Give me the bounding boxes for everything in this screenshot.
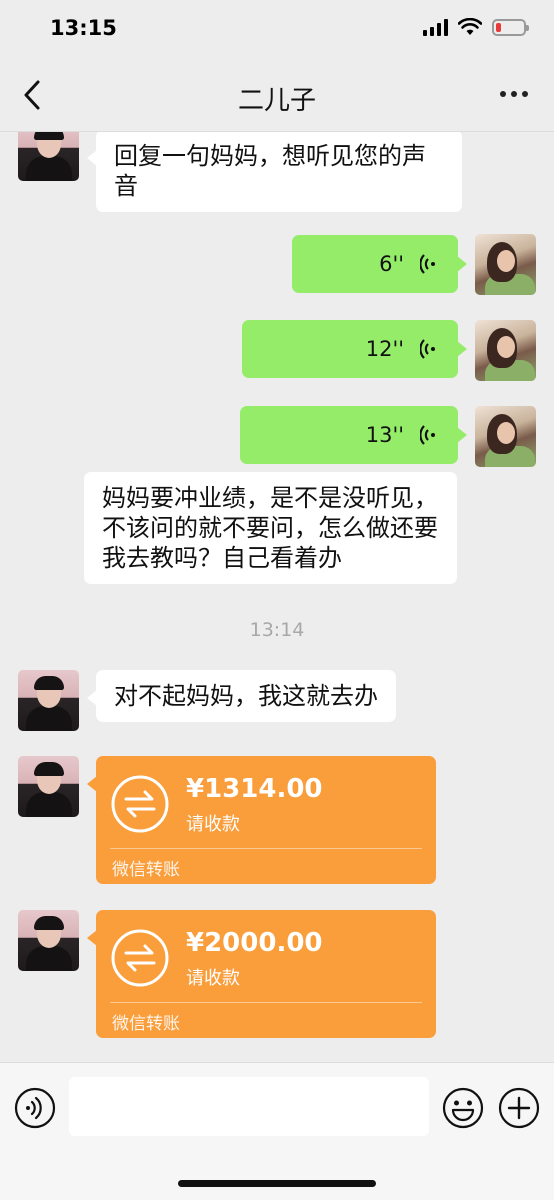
voice-wave-icon	[420, 254, 435, 274]
status-icons	[423, 18, 529, 36]
voice-wave-icon	[420, 339, 435, 359]
ellipsis-icon[interactable]	[500, 86, 534, 102]
message-bubble[interactable]: 回复一句妈妈，想听见您的声音	[87, 132, 462, 212]
message-list[interactable]: 回复一句妈妈，想听见您的声音 6'' 12'' 13'' 妈妈要冲业绩，是不是没…	[0, 132, 554, 1062]
contact-avatar[interactable]	[18, 132, 79, 181]
message-input[interactable]	[69, 1077, 429, 1136]
my-avatar[interactable]	[475, 320, 536, 381]
divider	[110, 848, 422, 849]
transfer-card[interactable]: ¥1314.00 请收款 微信转账	[87, 756, 436, 884]
chat-header: 二儿子	[0, 58, 554, 132]
transfer-arrows-icon	[111, 929, 169, 987]
voice-message-bubble[interactable]: 6''	[292, 235, 467, 293]
status-time: 13:15	[50, 16, 117, 40]
contact-avatar[interactable]	[18, 756, 79, 817]
home-indicator[interactable]	[178, 1180, 376, 1187]
voice-wave-icon	[420, 425, 435, 445]
voice-duration: 6''	[379, 252, 404, 276]
plus-icon[interactable]	[498, 1087, 540, 1129]
transfer-amount: ¥2000.00	[186, 928, 323, 958]
message-text: 回复一句妈妈，想听见您的声音	[114, 142, 426, 200]
cellular-signal-icon	[423, 18, 448, 36]
transfer-card[interactable]: ¥2000.00 请收款 微信转账	[87, 910, 436, 1038]
message-text: 对不起妈妈，我这就去办	[114, 682, 378, 710]
voice-message-bubble[interactable]: 13''	[240, 406, 467, 464]
message-text: 妈妈要冲业绩，是不是没听见，不该问的就不要问，怎么做还要我去教吗？自己看着办	[102, 484, 438, 572]
status-bar: 13:15	[0, 0, 554, 58]
voice-input-icon[interactable]	[14, 1087, 56, 1129]
transfer-status: 请收款	[186, 968, 240, 989]
battery-level	[496, 22, 502, 32]
contact-avatar[interactable]	[18, 910, 79, 971]
battery-icon	[492, 18, 529, 36]
message-bubble[interactable]: 妈妈要冲业绩，是不是没听见，不该问的就不要问，怎么做还要我去教吗？自己看着办	[84, 472, 457, 584]
divider	[110, 1002, 422, 1003]
wifi-icon	[458, 18, 482, 35]
contact-avatar[interactable]	[18, 670, 79, 731]
my-avatar[interactable]	[475, 234, 536, 295]
voice-duration: 13''	[365, 423, 404, 447]
emoji-icon[interactable]	[442, 1087, 484, 1129]
my-avatar[interactable]	[475, 406, 536, 467]
voice-duration: 12''	[365, 337, 404, 361]
message-timestamp: 13:14	[249, 619, 305, 641]
transfer-arrows-icon	[111, 775, 169, 833]
chat-title: 二儿子	[237, 86, 316, 116]
transfer-status: 请收款	[186, 814, 240, 835]
message-bubble[interactable]: 对不起妈妈，我这就去办	[87, 670, 396, 722]
transfer-label: 微信转账	[112, 1014, 180, 1034]
transfer-label: 微信转账	[112, 860, 180, 880]
voice-message-bubble[interactable]: 12''	[242, 320, 467, 378]
transfer-amount: ¥1314.00	[186, 774, 323, 804]
